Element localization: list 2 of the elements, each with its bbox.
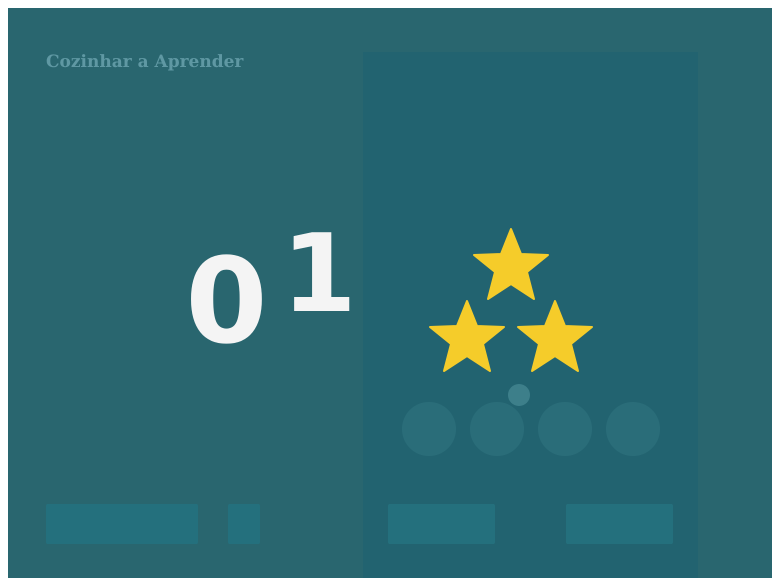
score-digit: 1 <box>281 220 357 330</box>
score-digit: 0 <box>185 242 268 360</box>
